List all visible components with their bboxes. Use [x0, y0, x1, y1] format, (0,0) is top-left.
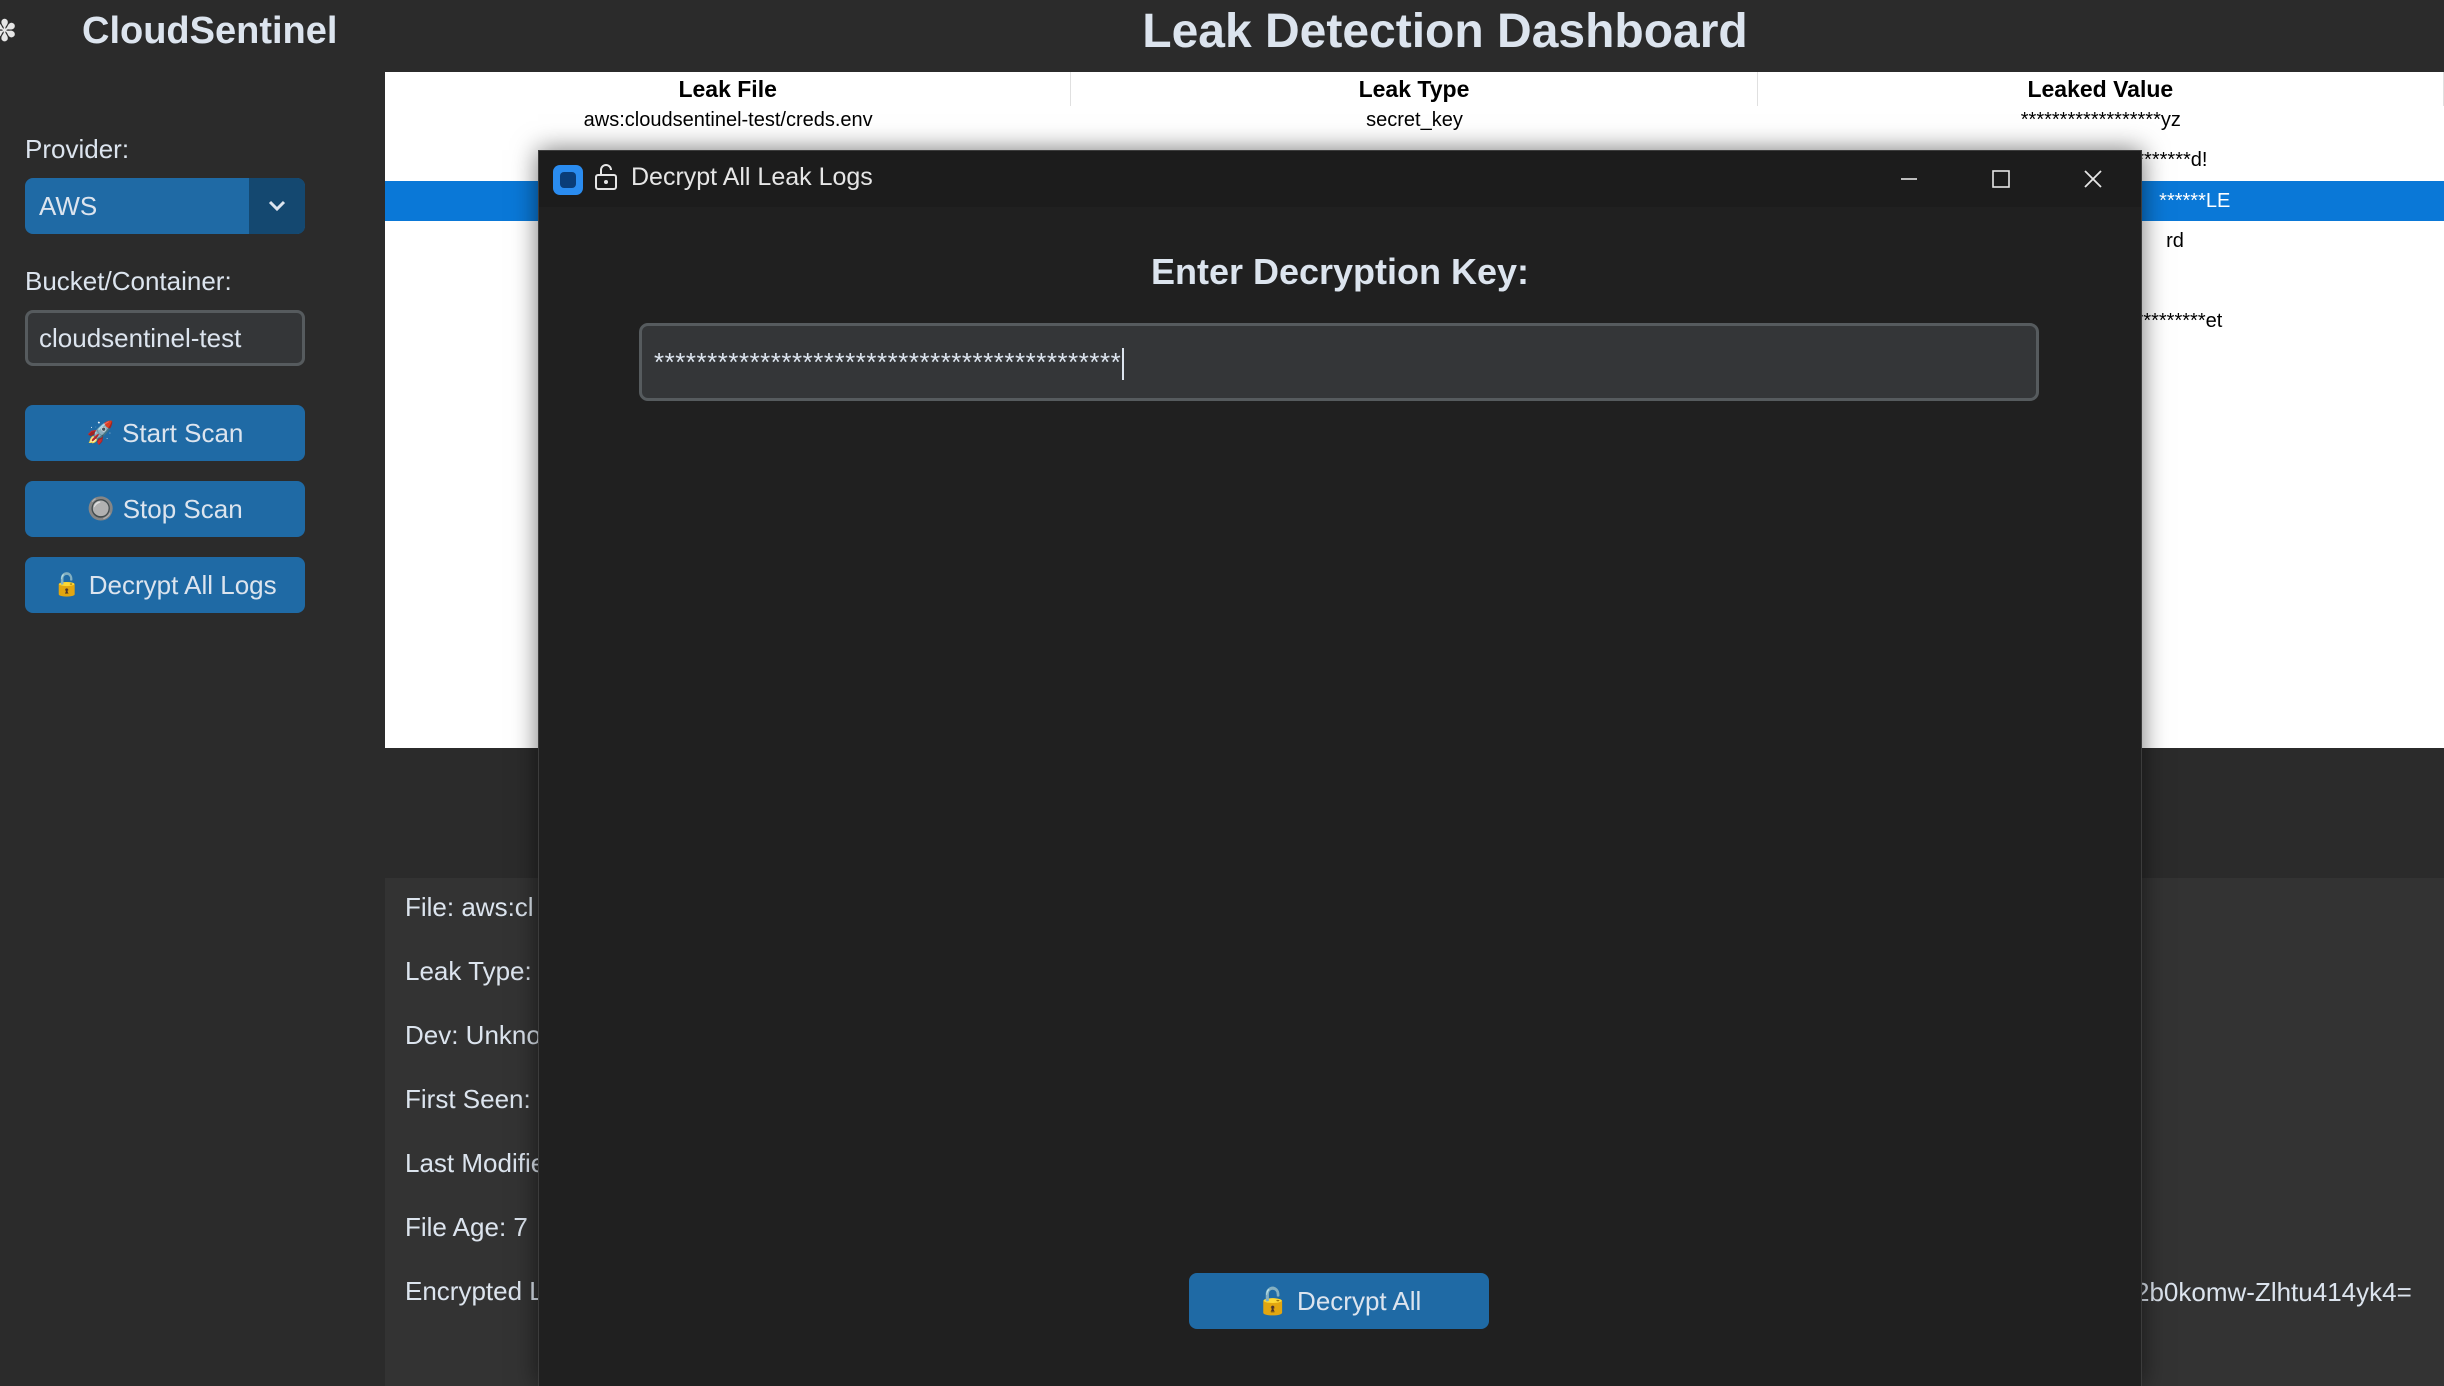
provider-value: AWS	[39, 191, 98, 221]
stop-scan-button[interactable]: 🔘 Stop Scan	[25, 481, 305, 537]
decrypt-all-label: Decrypt All	[1297, 1285, 1422, 1316]
provider-select[interactable]: AWS	[25, 178, 305, 234]
table-cell: aws:cloudsentinel-test/creds.env	[583, 109, 873, 131]
dialog-titlebar[interactable]: Decrypt All Leak Logs	[539, 151, 2141, 207]
minimize-button[interactable]	[1863, 151, 1955, 207]
stop-scan-label: Stop Scan	[122, 493, 243, 524]
dashboard-title: Leak Detection Dashboard	[1142, 5, 1748, 58]
detail-first-seen: First Seen:	[405, 1084, 531, 1114]
detail-file-age: File Age: 7	[405, 1212, 528, 1242]
detail-file: File: aws:cl	[405, 892, 534, 922]
detail-encrypted-value: 2b0komw-Zlhtu414yk4=	[2135, 1277, 2412, 1307]
decryption-key-heading: Enter Decryption Key:	[1150, 251, 1530, 292]
decrypt-dialog: Decrypt All Leak Logs Enter Decryption K…	[538, 150, 2142, 1386]
provider-label: Provider:	[25, 134, 130, 164]
start-scan-button[interactable]: 🚀 Start Scan	[25, 405, 305, 461]
detail-leak-type: Leak Type:	[405, 956, 532, 986]
detail-encrypted: Encrypted L	[405, 1276, 544, 1306]
gear-icon: ✽	[0, 15, 18, 48]
table-cell: ******************yz	[2020, 109, 2181, 131]
rocket-icon: 🚀	[86, 420, 114, 445]
maximize-button[interactable]	[1955, 151, 2047, 207]
dialog-title: Decrypt All Leak Logs	[631, 163, 873, 191]
unlock-icon: 🔓	[53, 572, 81, 597]
app-title: CloudSentinel	[82, 10, 338, 52]
decryption-key-value: ****************************************…	[654, 347, 1122, 377]
decrypt-all-logs-label: Decrypt All Logs	[88, 569, 277, 600]
bucket-input[interactable]: cloudsentinel-test	[25, 310, 305, 366]
chevron-down-icon[interactable]	[249, 178, 305, 234]
table-row[interactable]: aws:cloudsentinel-test/creds.env secret_…	[385, 100, 2444, 140]
decryption-key-input[interactable]: ****************************************…	[639, 323, 2039, 401]
bucket-label: Bucket/Container:	[25, 266, 232, 296]
unlock-icon	[593, 163, 619, 198]
decrypt-all-button[interactable]: 🔓 Decrypt All	[1189, 1273, 1489, 1329]
close-button[interactable]	[2047, 151, 2139, 207]
text-caret	[1122, 348, 1125, 381]
decrypt-all-logs-button[interactable]: 🔓 Decrypt All Logs	[25, 557, 305, 613]
detail-last-modified: Last Modifie	[405, 1148, 546, 1178]
table-cell: secret_key	[1366, 109, 1463, 131]
app-icon	[553, 165, 583, 195]
detail-dev: Dev: Unkno	[405, 1020, 541, 1050]
start-scan-label: Start Scan	[122, 417, 244, 448]
unlock-icon: 🔓	[1256, 1285, 1290, 1316]
stop-icon: 🔘	[87, 496, 115, 521]
